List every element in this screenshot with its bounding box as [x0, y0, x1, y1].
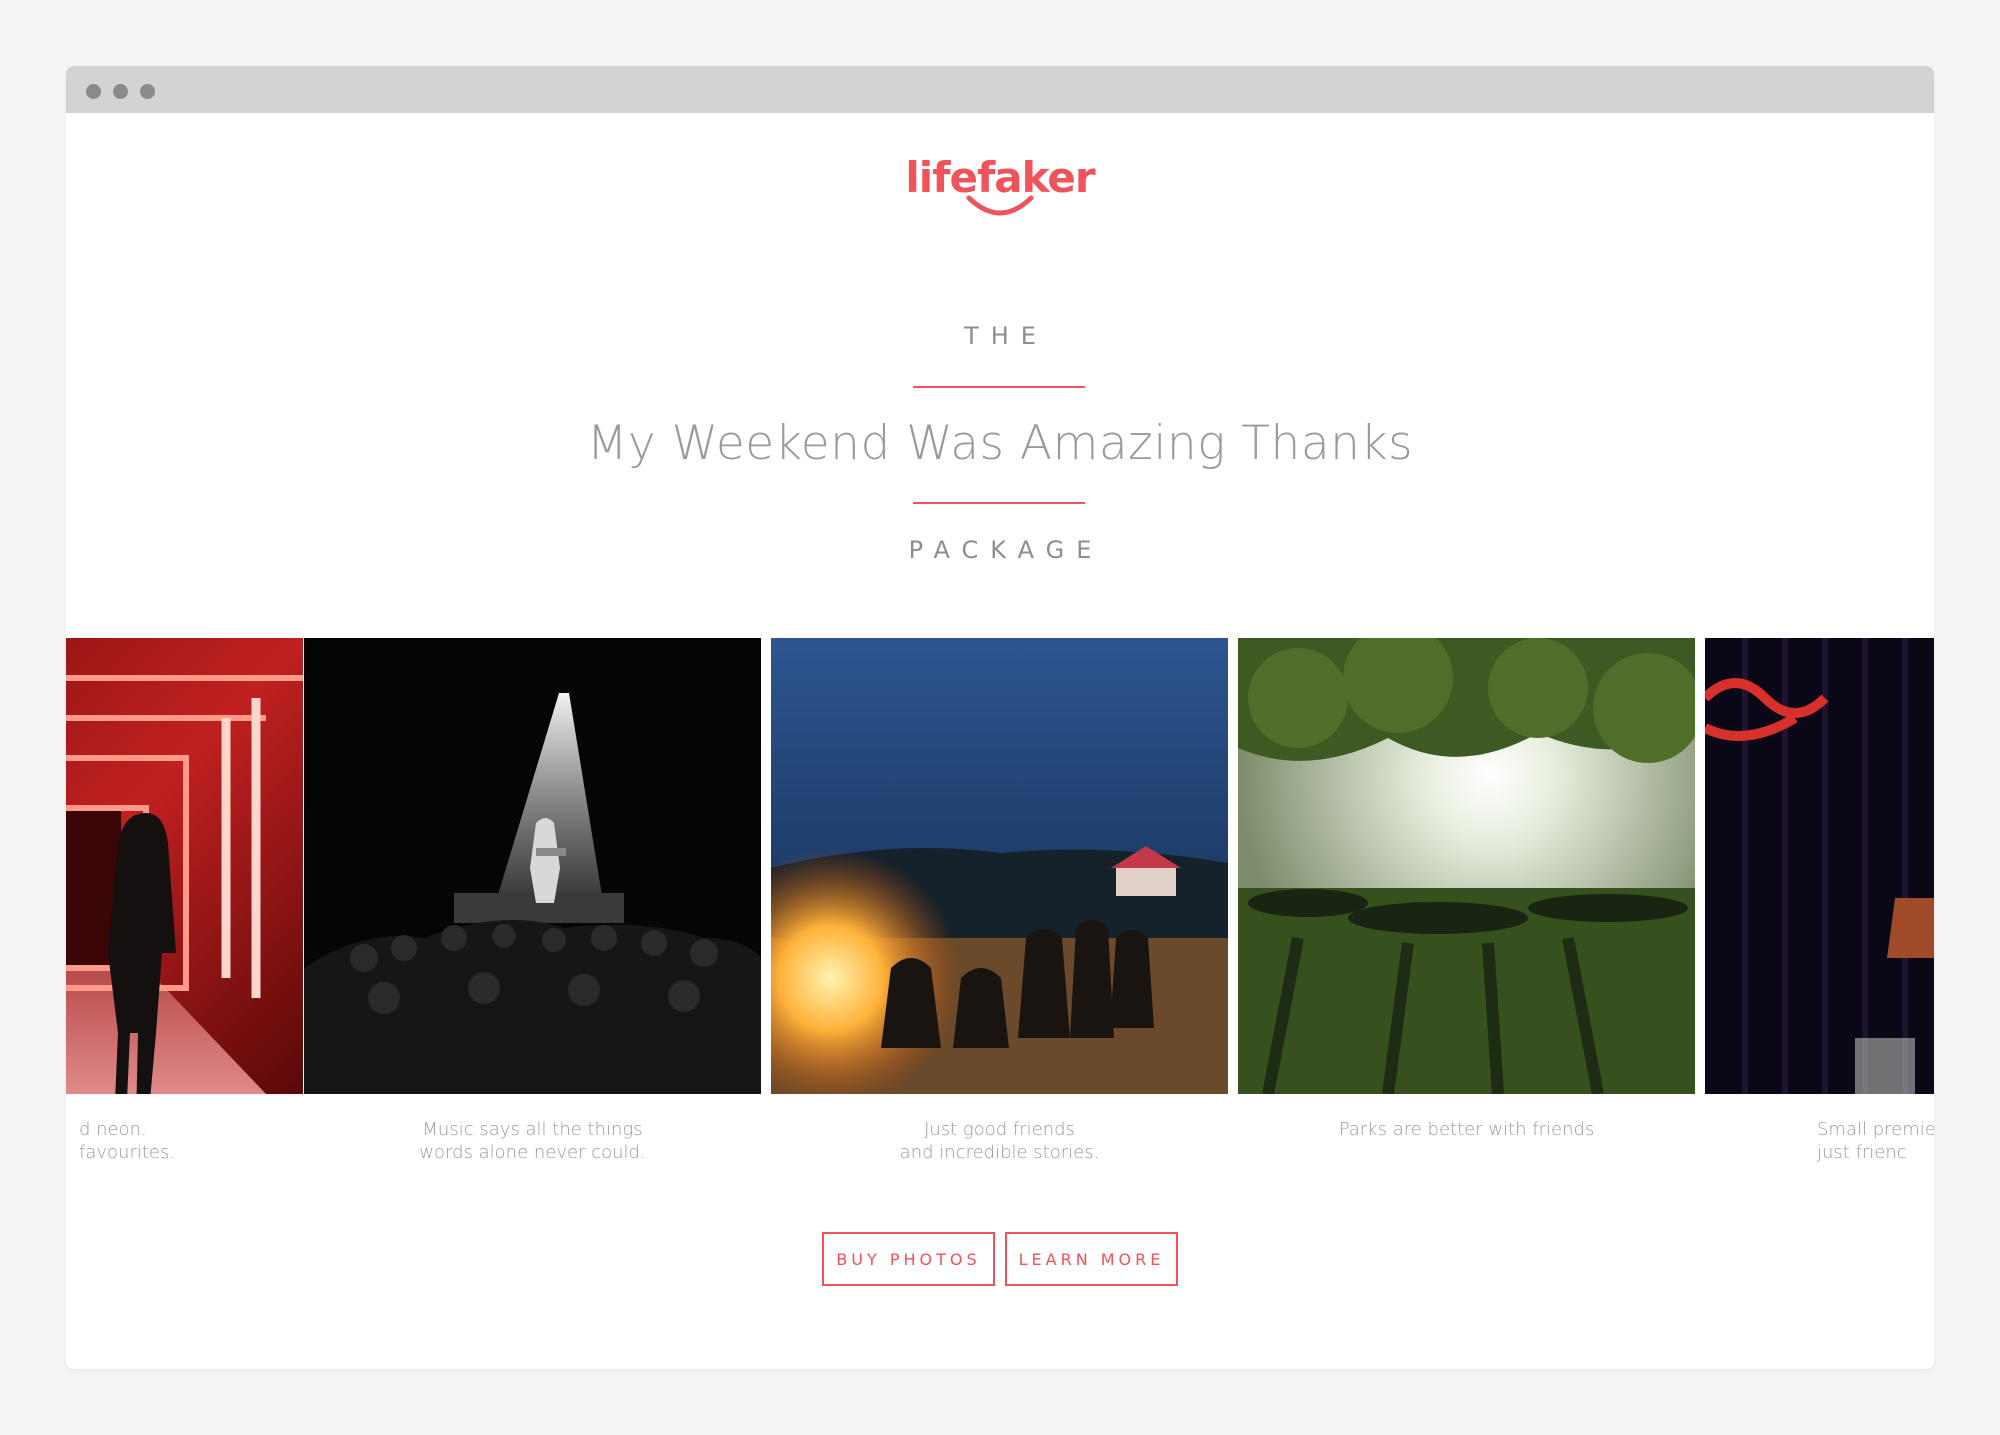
hero-divider-top	[913, 386, 1085, 388]
hero-divider-bottom	[913, 502, 1085, 504]
window-close-dot[interactable]	[86, 84, 101, 99]
concert-photo[interactable]	[304, 638, 761, 1094]
gallery-caption: Small premier just frienc	[1817, 1119, 1934, 1163]
learn-more-button[interactable]: LEARN MORE	[1005, 1232, 1178, 1286]
gallery-card[interactable]: Parks are better with friends	[1238, 638, 1695, 1141]
gallery-caption: Music says all the things words alone ne…	[419, 1119, 646, 1163]
photo-carousel[interactable]: d neon. favourites. Music says all the t…	[66, 638, 1934, 1180]
cta-group: BUY PHOTOS LEARN MORE	[66, 1232, 1934, 1286]
cinema-photo[interactable]	[1705, 638, 1934, 1094]
park-photo[interactable]	[1238, 638, 1695, 1094]
neon-corridor-photo[interactable]	[66, 638, 303, 1094]
hero-eyebrow-bottom: PACKAGE	[908, 536, 1104, 564]
gallery-caption: Parks are better with friends	[1338, 1119, 1595, 1140]
gallery-card[interactable]: Just good friends and incredible stories…	[771, 638, 1228, 1164]
gallery-caption: Just good friends and incredible stories…	[899, 1119, 1100, 1163]
browser-chrome	[66, 66, 1934, 113]
page-title: My Weekend Was Amazing Thanks	[586, 416, 1414, 471]
browser-window: lifefaker THE My Weekend Was Amazing Tha…	[66, 66, 1934, 1369]
gallery-card[interactable]: d neon. favourites.	[66, 638, 303, 1164]
gallery-card[interactable]: Music says all the things words alone ne…	[304, 638, 761, 1164]
window-minimize-dot[interactable]	[113, 84, 128, 99]
buy-photos-button[interactable]: BUY PHOTOS	[822, 1232, 995, 1286]
brand-logo[interactable]: lifefaker	[66, 154, 1934, 216]
bonfire-photo[interactable]	[771, 638, 1228, 1094]
gallery-caption: d neon. favourites.	[79, 1119, 176, 1163]
hero-eyebrow-top: THE	[964, 322, 1048, 350]
window-maximize-dot[interactable]	[140, 84, 155, 99]
gallery-card[interactable]: Small premier just frienc	[1705, 638, 1934, 1164]
smile-icon	[966, 195, 1034, 216]
